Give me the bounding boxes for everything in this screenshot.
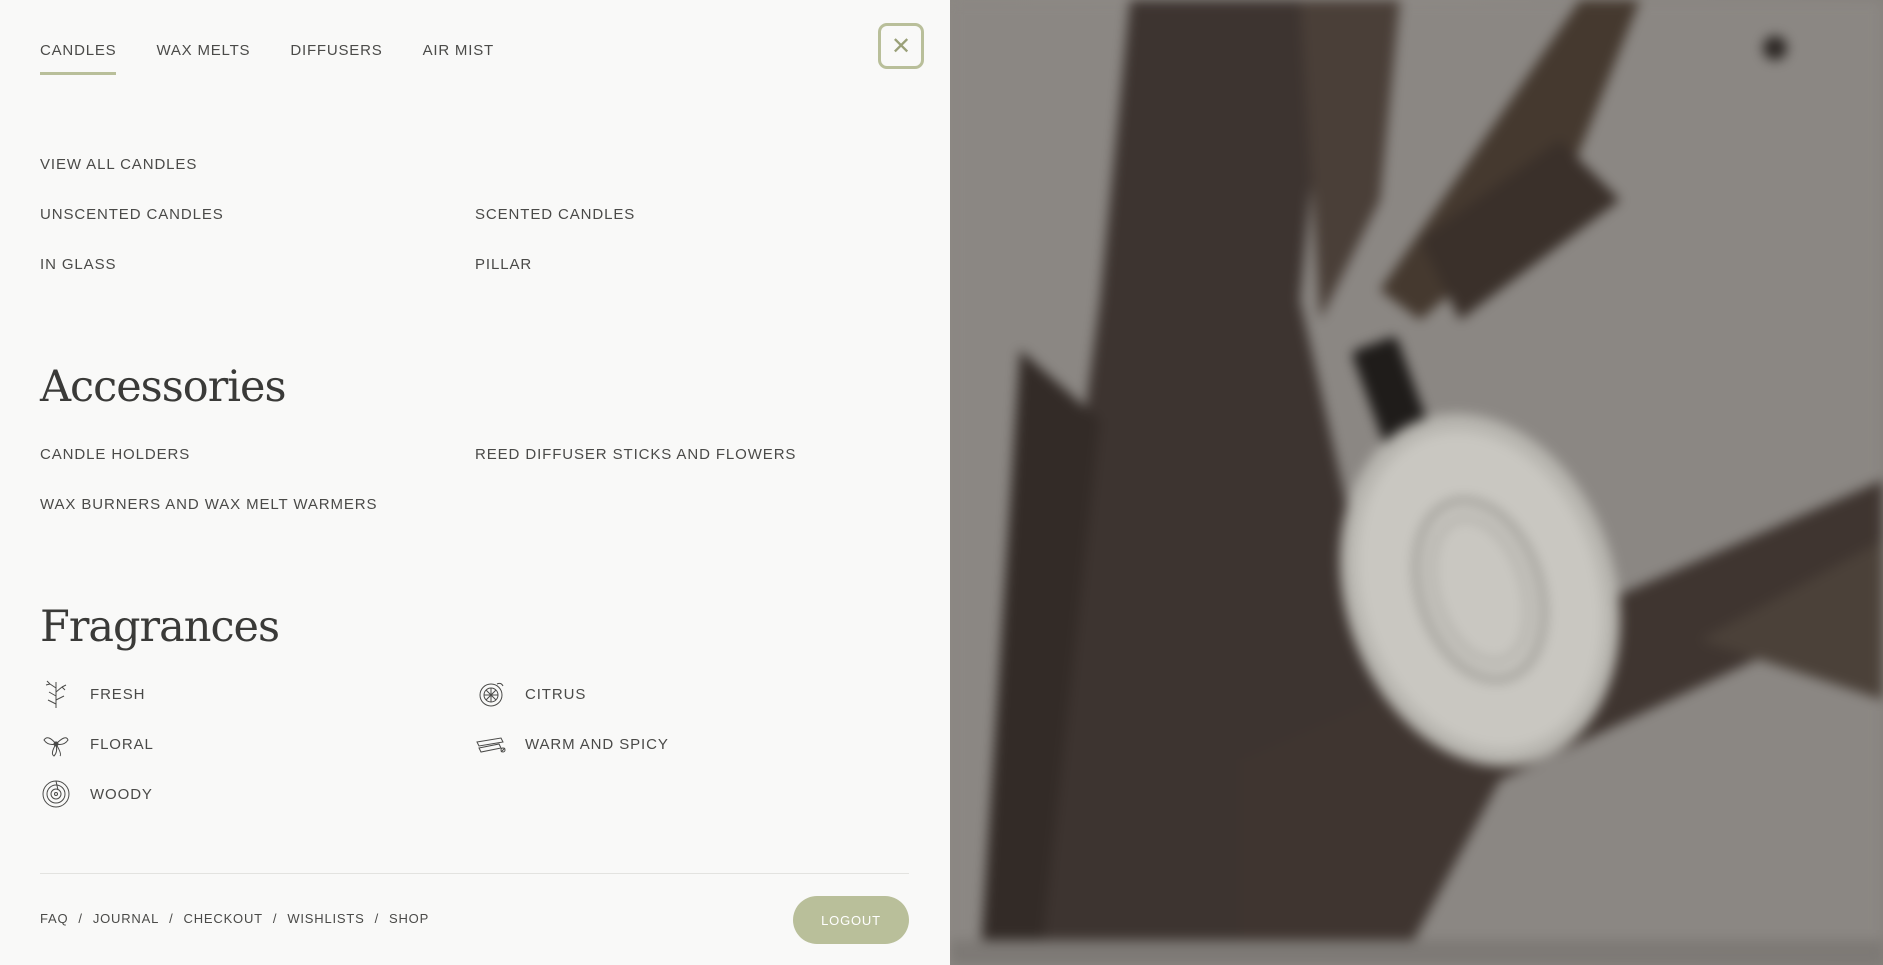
scented-candles-link[interactable]: SCENTED CANDLES — [475, 206, 635, 223]
footer-divider — [40, 873, 909, 874]
category-tabs: CANDLES WAX MELTS DIFFUSERS AIR MIST — [40, 42, 534, 75]
fragrance-fresh-link[interactable]: FRESH — [40, 678, 145, 710]
tab-diffusers[interactable]: DIFFUSERS — [290, 42, 382, 75]
footer-link-journal[interactable]: JOURNAL — [93, 911, 159, 926]
close-icon: ✕ — [890, 32, 912, 60]
footer-links: FAQ / JOURNAL / CHECKOUT / WISHLISTS / S… — [40, 911, 429, 926]
fragrance-warm-spicy-link[interactable]: WARM AND SPICY — [475, 728, 669, 760]
view-all-candles-link[interactable]: VIEW ALL CANDLES — [40, 156, 197, 173]
cinnamon-icon — [476, 737, 506, 753]
unscented-candles-link[interactable]: UNSCENTED CANDLES — [40, 206, 224, 223]
wax-burners-link[interactable]: WAX BURNERS AND WAX MELT WARMERS — [40, 496, 377, 513]
floral-icon — [43, 737, 69, 757]
tab-candles[interactable]: CANDLES — [40, 42, 117, 75]
fragrance-citrus-label: CITRUS — [525, 685, 587, 703]
pillar-link[interactable]: PILLAR — [475, 256, 532, 273]
candle-holders-link[interactable]: CANDLE HOLDERS — [40, 446, 190, 463]
in-glass-link[interactable]: IN GLASS — [40, 256, 116, 273]
footer-link-wishlists[interactable]: WISHLISTS — [287, 911, 364, 926]
accessories-heading: Accessories — [40, 362, 287, 412]
fragrance-floral-label: FLORAL — [90, 735, 154, 753]
footer-link-faq[interactable]: FAQ — [40, 911, 68, 926]
fresh-herb-icon — [45, 680, 67, 708]
logout-button[interactable]: LOGOUT — [793, 896, 909, 944]
fragrance-citrus-link[interactable]: CITRUS — [475, 678, 586, 710]
footer-separator: / — [78, 911, 83, 926]
fragrances-heading: Fragrances — [40, 602, 280, 652]
tab-air-mist[interactable]: AIR MIST — [423, 42, 494, 75]
fragrance-fresh-label: FRESH — [90, 685, 146, 703]
footer-separator: / — [374, 911, 380, 926]
close-menu-button[interactable]: ✕ — [878, 23, 924, 69]
footer-separator: / — [272, 911, 278, 926]
footer-separator: / — [169, 911, 174, 926]
citrus-icon — [479, 682, 504, 707]
tab-wax-melts[interactable]: WAX MELTS — [156, 42, 250, 75]
wood-icon — [42, 780, 70, 808]
fragrance-woody-label: WOODY — [90, 785, 153, 803]
footer-link-checkout[interactable]: CHECKOUT — [184, 911, 263, 926]
fragrance-warm-spicy-label: WARM AND SPICY — [525, 735, 669, 753]
footer-link-shop[interactable]: SHOP — [389, 911, 429, 926]
fragrance-woody-link[interactable]: WOODY — [40, 778, 153, 810]
reed-diffuser-sticks-link[interactable]: REED DIFFUSER STICKS AND FLOWERS — [475, 446, 796, 463]
mega-menu-panel: CANDLES WAX MELTS DIFFUSERS AIR MIST ✕ V… — [0, 0, 950, 965]
fragrance-floral-link[interactable]: FLORAL — [40, 728, 154, 760]
